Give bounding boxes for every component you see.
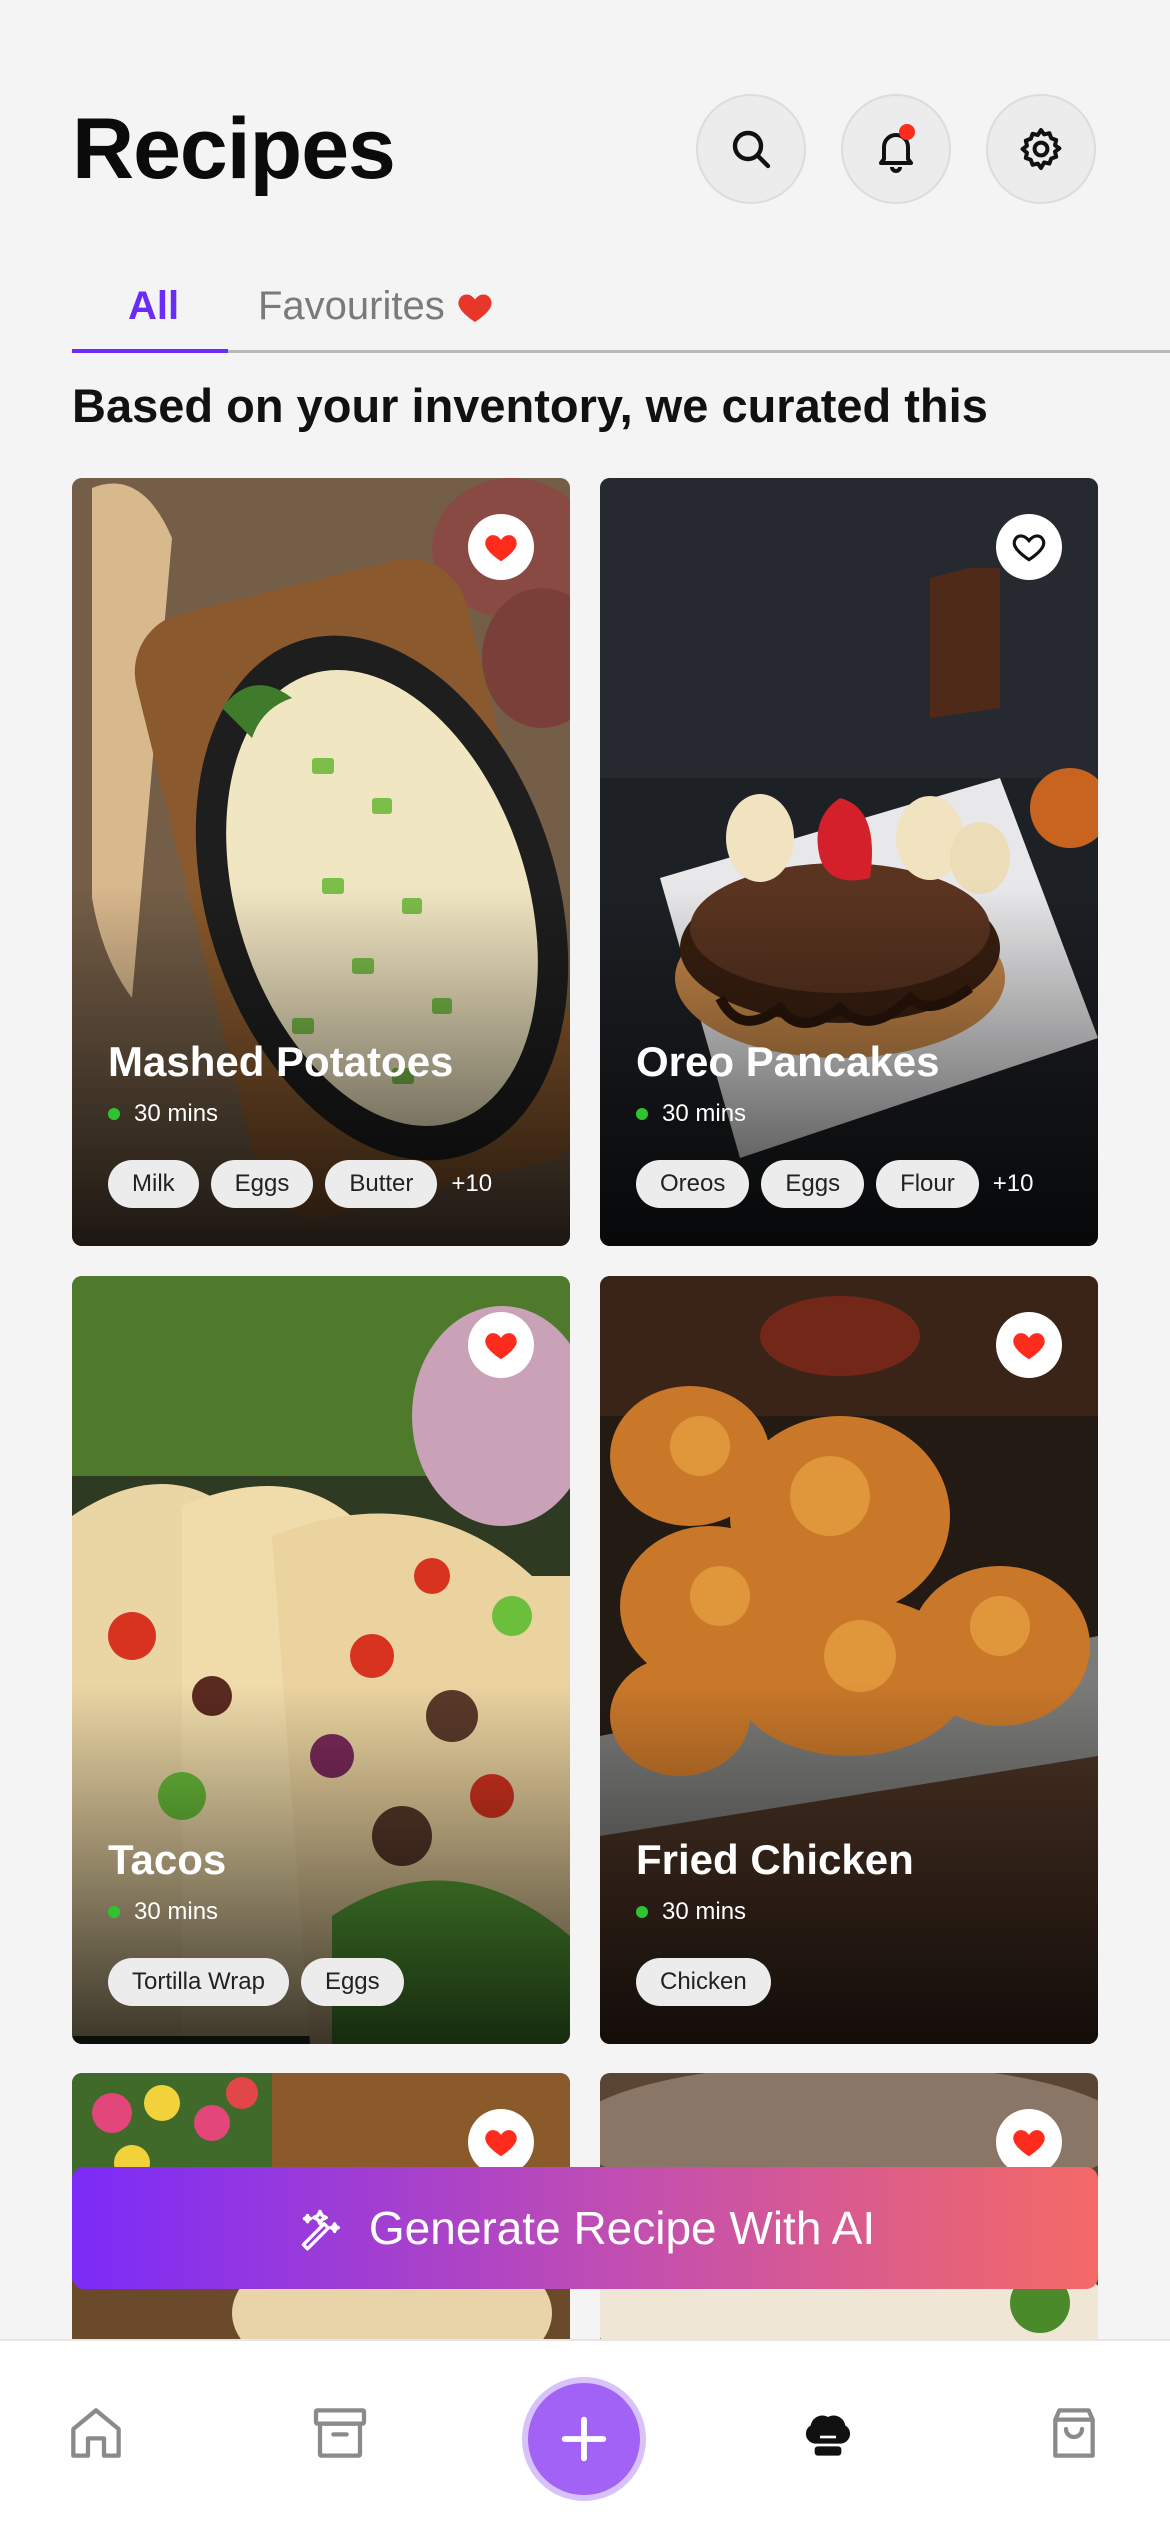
tab-bar: All Favourites xyxy=(72,278,1170,353)
favourite-button[interactable] xyxy=(468,2109,534,2175)
archive-icon xyxy=(313,2408,367,2458)
ingredient-chip: Tortilla Wrap xyxy=(108,1958,289,2006)
heart-filled-icon xyxy=(1013,1333,1045,1360)
recipe-card[interactable]: Tacos 30 mins Tortilla Wrap Eggs xyxy=(72,1276,570,2044)
recipe-card[interactable]: Mashed Potatoes 30 mins Milk Eggs Butter… xyxy=(72,478,570,1246)
status-dot xyxy=(636,1906,648,1918)
page-title: Recipes xyxy=(72,101,396,197)
recipe-time: 30 mins xyxy=(636,1100,746,1128)
notifications-button[interactable] xyxy=(841,94,951,204)
favourite-button[interactable] xyxy=(468,1312,534,1378)
recipe-time: 30 mins xyxy=(108,1898,218,1926)
recipe-time: 30 mins xyxy=(636,1898,746,1926)
bottom-nav xyxy=(0,2339,1170,2532)
recipes-screen: Recipes All Favourites Based on your inv… xyxy=(0,0,1170,2532)
search-button[interactable] xyxy=(696,94,806,204)
status-dot xyxy=(108,1906,120,1918)
recipe-name: Mashed Potatoes xyxy=(108,1038,454,1085)
nav-home[interactable] xyxy=(64,2401,128,2465)
nav-inventory[interactable] xyxy=(308,2401,372,2465)
more-ingredients-count: +10 xyxy=(451,1170,493,1197)
nav-shopping[interactable] xyxy=(1042,2401,1106,2465)
favourite-button[interactable] xyxy=(996,1312,1062,1378)
ingredient-list: Chicken xyxy=(636,1958,771,2006)
ingredient-chip: Oreos xyxy=(636,1160,750,1208)
ingredient-list: Milk Eggs Butter +10 xyxy=(108,1160,492,1208)
heart-outline-icon xyxy=(1012,534,1046,562)
tab-all[interactable]: All xyxy=(128,284,179,329)
heart-filled-icon xyxy=(485,535,517,562)
recipe-time-label: 30 mins xyxy=(134,1100,219,1127)
ingredient-chip: Chicken xyxy=(636,1958,771,2006)
heart-filled-icon xyxy=(1013,2130,1045,2157)
add-icon xyxy=(561,2416,607,2462)
status-dot xyxy=(108,1108,120,1120)
ingredient-chip: Eggs xyxy=(210,1160,314,1208)
more-ingredients-count: +10 xyxy=(992,1170,1034,1197)
home-icon xyxy=(71,2408,121,2458)
nav-recipes[interactable] xyxy=(796,2401,860,2465)
magic-wand-icon xyxy=(301,2209,340,2251)
recipe-name: Tacos xyxy=(108,1836,227,1883)
favourite-button[interactable] xyxy=(468,514,534,580)
tab-favourites-label: Favourites xyxy=(258,284,445,328)
heart-filled-icon xyxy=(485,2130,517,2157)
recipe-card[interactable]: Oreo Pancakes 30 mins Oreos Eggs Flour +… xyxy=(600,478,1098,1246)
generate-recipe-label: Generate Recipe With AI xyxy=(368,2202,876,2254)
recipe-name: Fried Chicken xyxy=(636,1836,914,1883)
recipe-time: 30 mins xyxy=(108,1100,218,1128)
notification-dot xyxy=(899,124,915,140)
ingredient-chip: Butter xyxy=(325,1160,438,1208)
status-dot xyxy=(636,1108,648,1120)
gear-icon xyxy=(1020,128,1062,170)
recipe-card[interactable]: Fried Chicken 30 mins Chicken xyxy=(600,1276,1098,2044)
ingredient-list: Tortilla Wrap Eggs xyxy=(108,1958,404,2006)
ingredient-chip: Eggs xyxy=(761,1160,865,1208)
section-heading: Based on your inventory, we curated this xyxy=(72,379,988,432)
heart-icon xyxy=(458,294,492,322)
ingredient-chip: Flour xyxy=(876,1160,979,1208)
search-icon xyxy=(732,130,771,169)
recipe-time-label: 30 mins xyxy=(134,1898,219,1925)
active-tab-indicator xyxy=(72,349,228,353)
ingredient-chip: Milk xyxy=(108,1160,199,1208)
recipe-time-label: 30 mins xyxy=(662,1898,747,1925)
ingredient-list: Oreos Eggs Flour +10 xyxy=(636,1160,1033,1208)
chef-hat-icon xyxy=(805,2415,851,2456)
heart-filled-icon xyxy=(485,1333,517,1360)
ingredient-chip: Eggs xyxy=(300,1958,404,2006)
generate-recipe-button[interactable]: Generate Recipe With AI xyxy=(72,2167,1098,2289)
favourite-button[interactable] xyxy=(996,2109,1062,2175)
recipe-name: Oreo Pancakes xyxy=(636,1038,940,1085)
recipe-time-label: 30 mins xyxy=(662,1100,747,1127)
tab-favourites[interactable]: Favourites xyxy=(258,284,495,329)
bag-icon xyxy=(1053,2408,1095,2458)
favourite-button[interactable] xyxy=(996,514,1062,580)
nav-add-button[interactable] xyxy=(522,2377,646,2501)
settings-button[interactable] xyxy=(986,94,1096,204)
